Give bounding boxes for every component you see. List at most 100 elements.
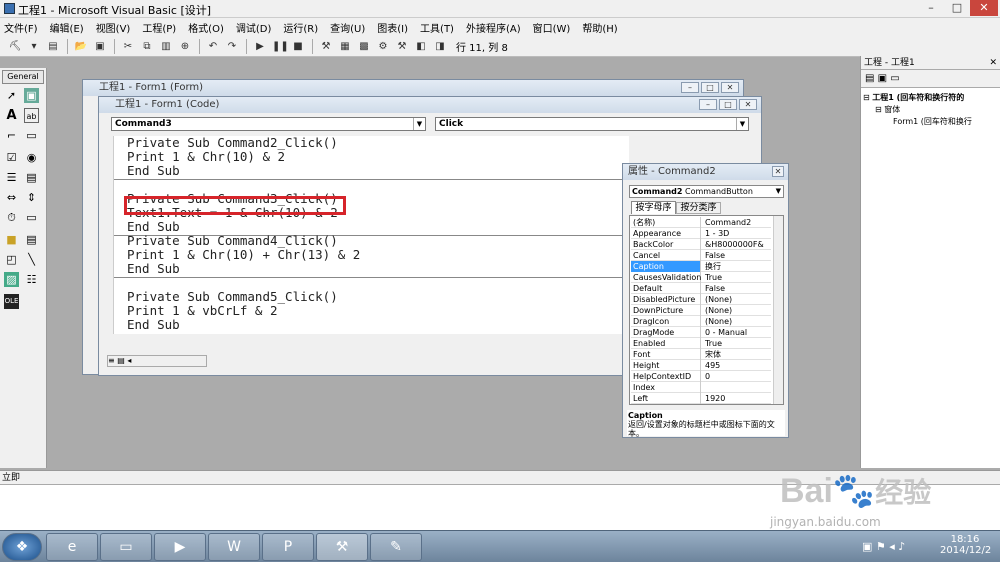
property-row[interactable]: Enabled True xyxy=(631,338,771,349)
code-maximize-button[interactable]: □ xyxy=(719,99,737,110)
toolbox-icon[interactable]: ⚒ xyxy=(395,40,409,53)
property-value[interactable]: False xyxy=(703,250,725,261)
start-button[interactable]: ❖ xyxy=(2,533,42,561)
word-icon[interactable]: W xyxy=(208,533,260,561)
property-row[interactable]: DragIcon (None) xyxy=(631,316,771,327)
toolbox-header[interactable]: General xyxy=(2,70,44,84)
open-icon[interactable]: 📂 xyxy=(74,40,88,53)
property-row-selected[interactable]: Caption 换行 xyxy=(631,261,771,272)
menu-file[interactable]: 文件(F) xyxy=(4,20,38,35)
object-browser-icon[interactable]: ⚙ xyxy=(376,40,390,53)
property-row[interactable]: Index xyxy=(631,382,771,393)
tab-alphabetic[interactable]: 按字母序 xyxy=(631,201,676,214)
stop-icon[interactable]: ■ xyxy=(291,40,305,53)
ie-icon[interactable]: e xyxy=(46,533,98,561)
view-toggle-bar[interactable]: ≡ ▤ ◂ xyxy=(107,355,207,367)
dirlistbox-icon[interactable]: ■ xyxy=(4,232,19,247)
project-close-icon[interactable]: ✕ xyxy=(989,56,997,70)
combobox-icon[interactable]: ☰ xyxy=(4,170,19,185)
add-project-icon[interactable]: ⛏ xyxy=(8,40,22,53)
chevron-down-icon[interactable]: ▼ xyxy=(413,118,425,130)
drivelistbox-icon[interactable]: ▭ xyxy=(24,210,39,225)
menu-edit[interactable]: 编辑(E) xyxy=(50,20,84,35)
menu-help[interactable]: 帮助(H) xyxy=(582,20,617,35)
menu-debug[interactable]: 调试(D) xyxy=(236,20,272,35)
listbox-icon[interactable]: ▤ xyxy=(24,170,39,185)
chevron-down-icon[interactable]: ▼ xyxy=(776,186,781,197)
tree-node-forms-folder[interactable]: ⊟ 窗体 xyxy=(863,104,998,116)
redo-icon[interactable]: ↷ xyxy=(225,40,239,53)
menu-tools[interactable]: 工具(T) xyxy=(420,20,454,35)
property-row[interactable]: DragMode 0 - Manual xyxy=(631,327,771,338)
filelistbox-icon[interactable]: ▤ xyxy=(24,232,39,247)
line-icon[interactable]: ╲ xyxy=(24,252,39,267)
property-value[interactable]: True xyxy=(703,338,722,349)
menu-addins[interactable]: 外接程序(A) xyxy=(466,20,521,35)
close-button[interactable]: ✕ xyxy=(970,0,998,16)
property-row[interactable]: Height 495 xyxy=(631,360,771,371)
menu-query[interactable]: 查询(U) xyxy=(330,20,365,35)
chevron-down-icon[interactable]: ▼ xyxy=(736,118,748,130)
property-value[interactable]: 换行 xyxy=(703,261,721,272)
properties-scrollbar[interactable] xyxy=(773,216,783,404)
textbox-icon[interactable]: ab xyxy=(24,108,39,123)
property-value[interactable]: (None) xyxy=(703,305,732,316)
explorer-icon[interactable]: ▭ xyxy=(100,533,152,561)
clock[interactable]: 18:16 2014/12/2 xyxy=(940,534,991,556)
frame-icon[interactable]: ⌐ xyxy=(4,128,19,143)
view-object-icon[interactable]: ▣ xyxy=(878,73,887,84)
immediate-window[interactable]: 立即 Bai🐾经验 jingyan.baidu.com xyxy=(0,470,1000,530)
object-combo[interactable]: Command3 ▼ xyxy=(111,117,426,131)
form-layout-icon[interactable]: ▩ xyxy=(357,40,371,53)
maximize-button[interactable]: □ xyxy=(944,0,970,16)
tray-icons[interactable]: ▣ ⚑ ◂ ♪ xyxy=(862,540,905,553)
tree-node-project[interactable]: ⊟ 工程1 (回车符和换行符的 xyxy=(863,92,998,104)
run-icon[interactable]: ▶ xyxy=(253,40,267,53)
media-player-icon[interactable]: ▶ xyxy=(154,533,206,561)
property-value[interactable]: True xyxy=(703,272,722,283)
tree-node-form1[interactable]: Form1 (回车符和换行 xyxy=(863,116,998,128)
properties-icon[interactable]: ▦ xyxy=(338,40,352,53)
commandbutton-icon[interactable]: ▭ xyxy=(24,128,39,143)
property-value[interactable]: 宋体 xyxy=(703,349,721,360)
menu-editor-icon[interactable]: ▤ xyxy=(46,40,60,53)
property-value[interactable]: 1920 xyxy=(703,393,725,404)
vscrollbar-icon[interactable]: ⇕ xyxy=(24,190,39,205)
add-form-icon[interactable]: ▾ xyxy=(27,40,41,53)
visual-component-icon[interactable]: ◨ xyxy=(433,40,447,53)
powerpoint-icon[interactable]: P xyxy=(262,533,314,561)
property-value[interactable]: 495 xyxy=(703,360,720,371)
paint-icon[interactable]: ✎ xyxy=(370,533,422,561)
ole-icon[interactable]: OLE xyxy=(4,294,19,309)
property-value[interactable]: 0 xyxy=(703,371,710,382)
code-close-button[interactable]: ✕ xyxy=(739,99,757,110)
hscrollbar-icon[interactable]: ⇔ xyxy=(4,190,19,205)
code-editor[interactable]: Private Sub Command2_Click() Print 1 & C… xyxy=(113,136,630,334)
undo-icon[interactable]: ↶ xyxy=(206,40,220,53)
property-row[interactable]: Appearance 1 - 3D xyxy=(631,228,771,239)
property-row[interactable]: CausesValidation True xyxy=(631,272,771,283)
image-icon[interactable]: ▨ xyxy=(4,272,19,287)
data-view-icon[interactable]: ◧ xyxy=(414,40,428,53)
label-icon[interactable]: A xyxy=(4,108,19,123)
property-row[interactable]: DisabledPicture (None) xyxy=(631,294,771,305)
view-code-icon[interactable]: ▤ xyxy=(865,73,874,84)
property-value[interactable]: 1 - 3D xyxy=(703,228,729,239)
pointer-icon[interactable]: ➚ xyxy=(4,88,19,103)
properties-close-button[interactable]: ✕ xyxy=(772,166,784,177)
property-value[interactable]: (None) xyxy=(703,316,732,327)
property-value[interactable]: &H8000000F& xyxy=(703,239,764,250)
property-row[interactable]: Cancel False xyxy=(631,250,771,261)
menu-project[interactable]: 工程(P) xyxy=(142,20,176,35)
properties-object-combo[interactable]: Command2 CommandButton ▼ xyxy=(629,185,784,198)
property-row[interactable]: HelpContextID 0 xyxy=(631,371,771,382)
data-control-icon[interactable]: ☷ xyxy=(24,272,39,287)
menu-view[interactable]: 视图(V) xyxy=(96,20,131,35)
checkbox-icon[interactable]: ☑ xyxy=(4,150,19,165)
menu-diagram[interactable]: 图表(I) xyxy=(377,20,408,35)
property-value[interactable]: False xyxy=(703,283,725,294)
property-value[interactable]: 0 - Manual xyxy=(703,327,747,338)
project-explorer-icon[interactable]: ⚒ xyxy=(319,40,333,53)
code-minimize-button[interactable]: – xyxy=(699,99,717,110)
property-row[interactable]: BackColor &H8000000F& xyxy=(631,239,771,250)
